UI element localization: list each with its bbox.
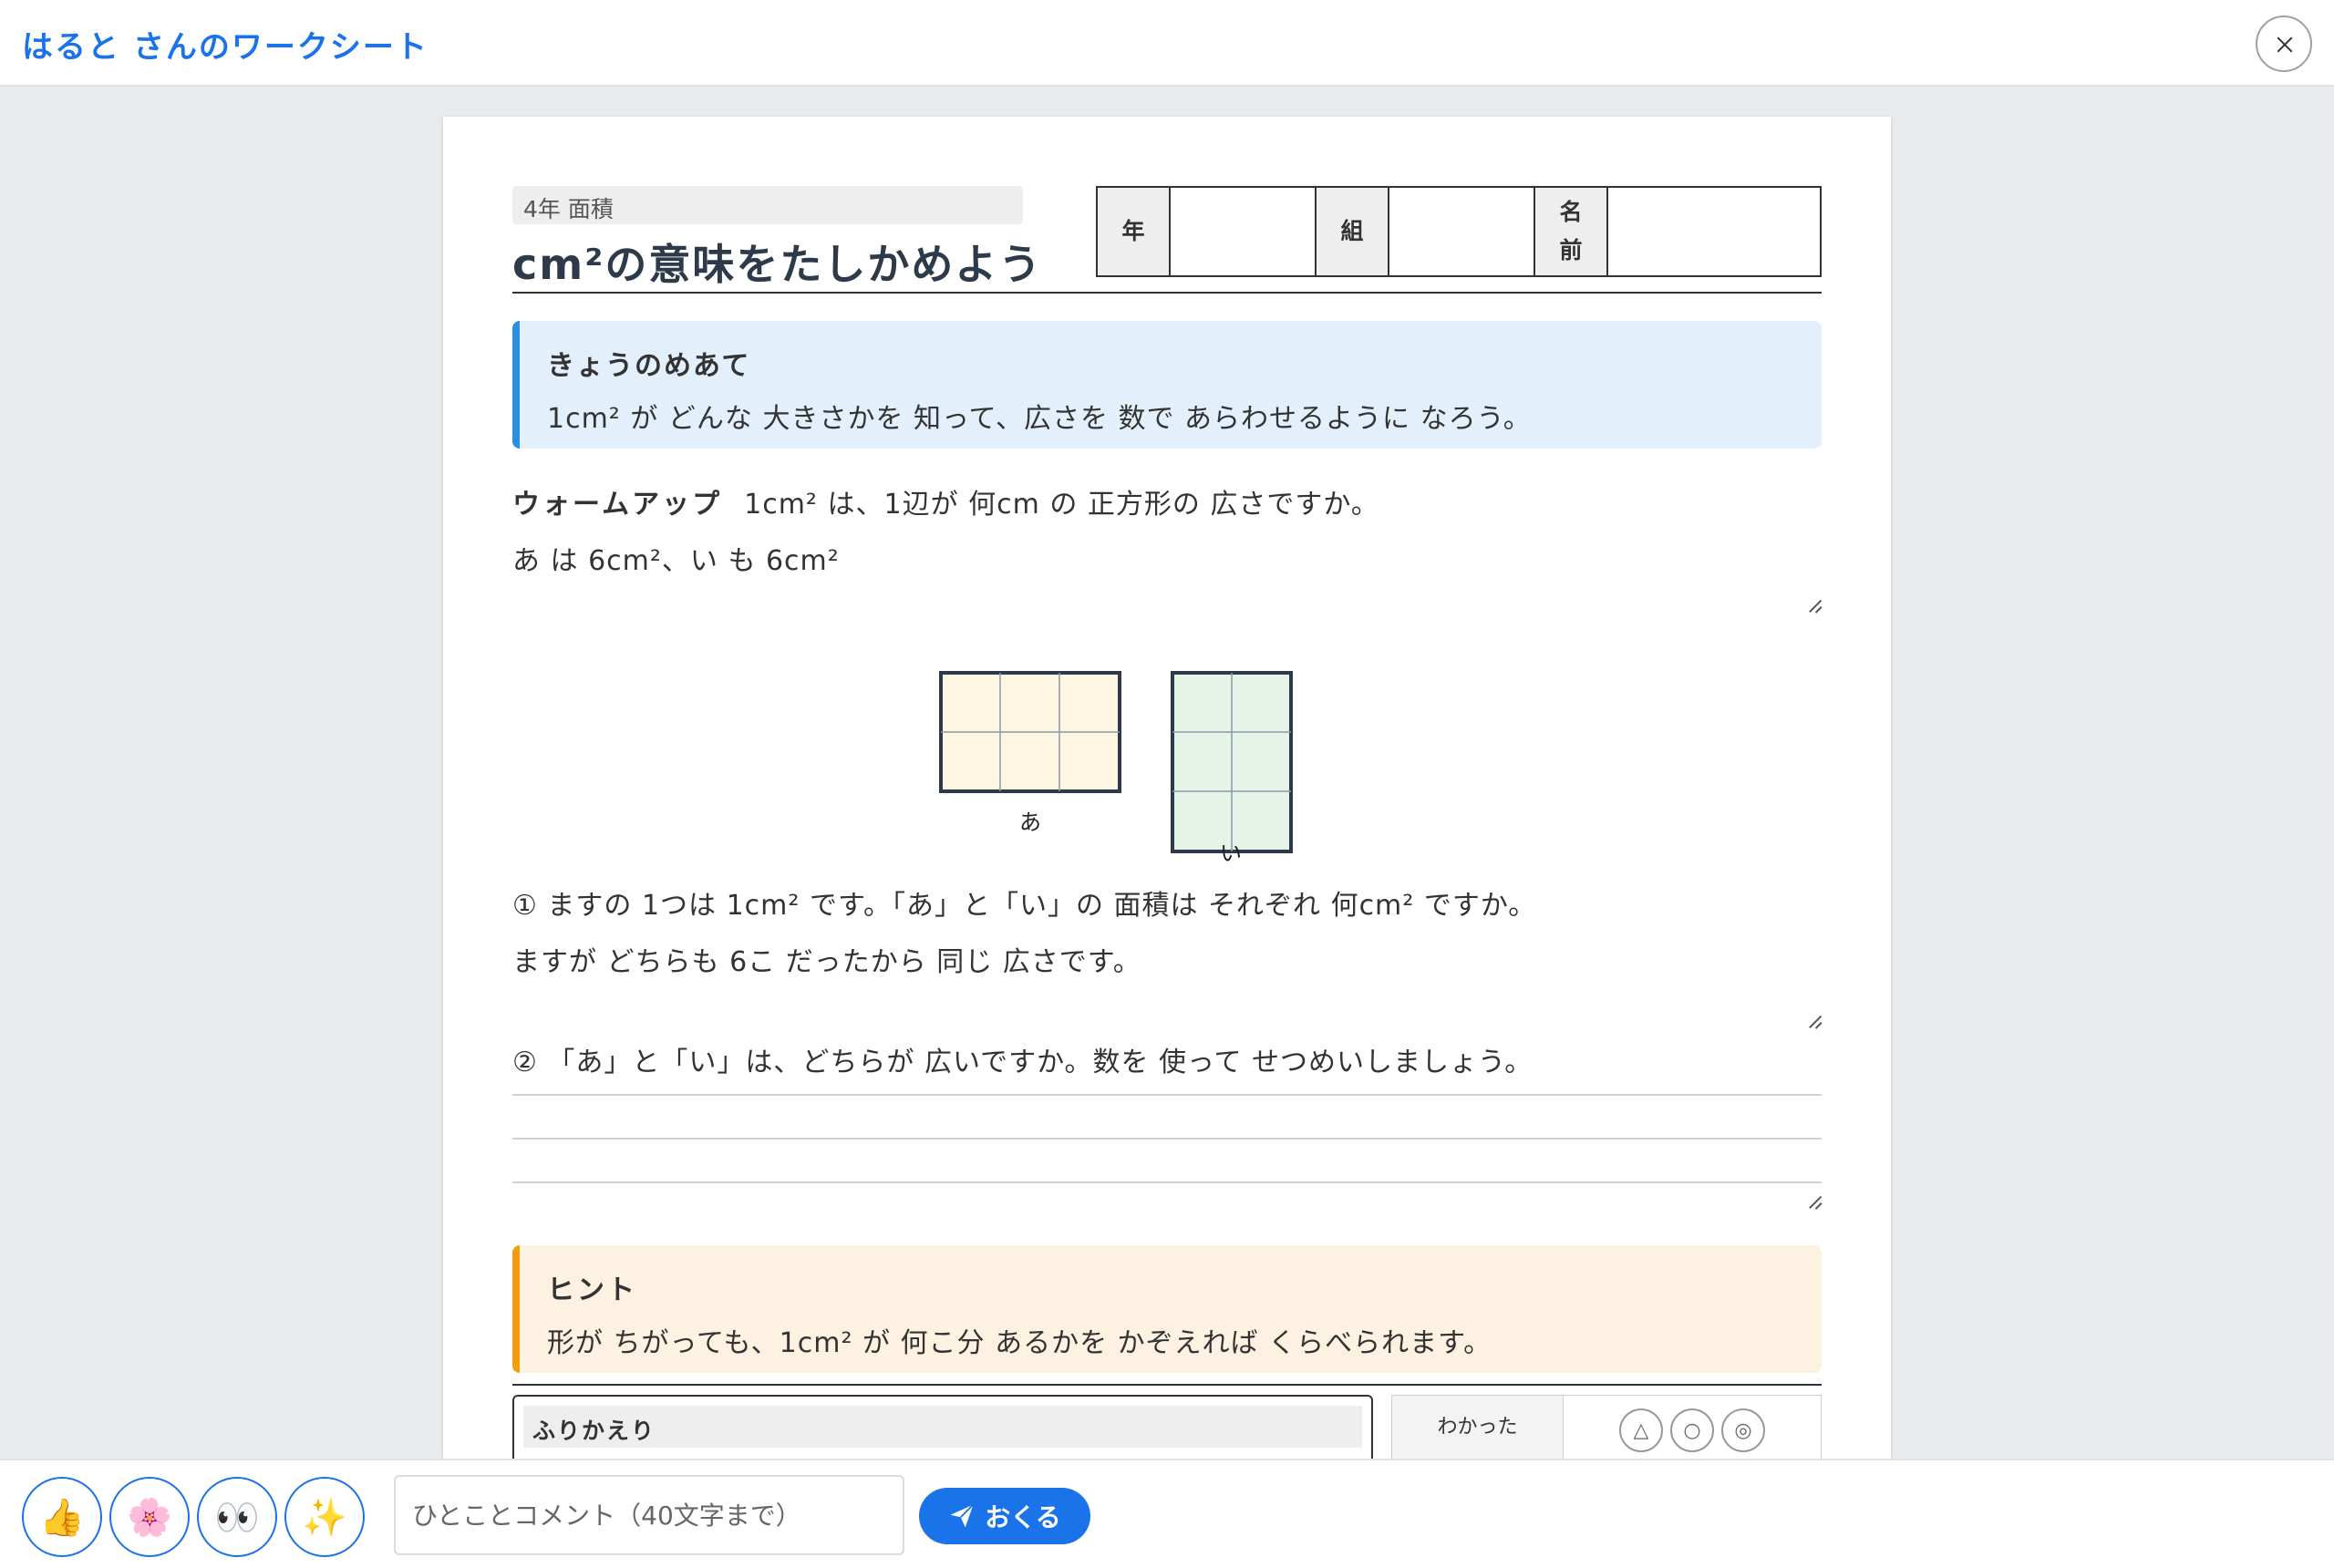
name-field[interactable] bbox=[1608, 188, 1820, 275]
year-label: 年 bbox=[1098, 188, 1171, 275]
class-field[interactable] bbox=[1389, 188, 1535, 275]
name-label: 名 前 bbox=[1535, 188, 1608, 275]
warmup-question: ウォームアップ 1cm² は、1辺が 何cm の 正方形の 広さですか。 bbox=[512, 481, 1379, 521]
reflection-heading: ふりかえり bbox=[523, 1406, 1362, 1448]
warmup-label: ウォームアップ bbox=[512, 489, 723, 521]
title-divider bbox=[512, 292, 1822, 294]
resize-handle-icon[interactable] bbox=[1805, 1192, 1822, 1209]
figure-a: あ bbox=[939, 671, 1121, 835]
reflection-box[interactable]: ふりかえり bbox=[512, 1395, 1373, 1459]
section-divider bbox=[512, 1384, 1822, 1386]
question-1: ① ますの 1つは 1cm² です。「あ」と「い」の 面積は それぞれ 何cm²… bbox=[512, 890, 1537, 922]
evaluation-label: わかった bbox=[1392, 1396, 1564, 1459]
warmup-question-text: 1cm² は、1辺が 何cm の 正方形の 広さですか。 bbox=[744, 489, 1379, 521]
page-title: はると さんのワークシート bbox=[22, 29, 429, 66]
thumbs-up-reaction-button[interactable]: 👍 bbox=[22, 1477, 102, 1557]
sparkles-reaction-button[interactable]: ✨ bbox=[284, 1477, 365, 1557]
unit-tag: 4年 面積 bbox=[512, 186, 1023, 224]
figure-i: い bbox=[1171, 671, 1295, 866]
send-button-label: おくる bbox=[985, 1503, 1061, 1532]
double-circle-mark-button[interactable]: ◎ bbox=[1721, 1408, 1765, 1452]
grid-i-icon bbox=[1171, 671, 1293, 853]
circle-mark-button[interactable]: ○ bbox=[1670, 1408, 1714, 1452]
class-label: 組 bbox=[1317, 188, 1389, 275]
paper-plane-icon bbox=[950, 1503, 975, 1528]
figure-i-label: い bbox=[1220, 841, 1242, 866]
answer-line bbox=[512, 1094, 1822, 1096]
year-field[interactable] bbox=[1171, 188, 1317, 275]
header-bar: はると さんのワークシート bbox=[0, 0, 2334, 87]
figure-a-label: あ bbox=[1019, 810, 1041, 835]
comment-bar: 👍 🌸 👀 ✨ おくる bbox=[0, 1459, 2334, 1568]
hint-heading: ヒント bbox=[547, 1274, 637, 1306]
worksheet-paper: 4年 面積 cm²の意味をたしかめよう 年 組 名 前 きょうのめあて 1cm²… bbox=[443, 117, 1891, 1459]
eyes-reaction-button[interactable]: 👀 bbox=[197, 1477, 277, 1557]
answer-line bbox=[512, 1138, 1822, 1140]
evaluation-marks: △ ○ ◎ bbox=[1564, 1396, 1821, 1459]
question-1-answer-field[interactable] bbox=[512, 928, 1822, 1037]
goal-text: 1cm² が どんな 大きさかを 知って、広さを 数で あらわせるように なろう… bbox=[547, 403, 1532, 435]
answer-line bbox=[512, 1181, 1822, 1183]
resize-handle-icon[interactable] bbox=[1805, 1012, 1822, 1028]
question-2: ② 「あ」と「い」は、どちらが 広いですか。数を 使って せつめいしましょう。 bbox=[512, 1047, 1534, 1078]
hint-box: ヒント 形が ちがっても、1cm² が 何こ分 あるかを かぞえれば くらべられ… bbox=[512, 1245, 1822, 1373]
close-button[interactable] bbox=[2256, 15, 2312, 72]
warmup-answer-field[interactable]: あ は 6cm²、い も 6cm² bbox=[512, 538, 1822, 613]
question-2-answer-field[interactable] bbox=[512, 1083, 1822, 1220]
goal-box: きょうのめあて 1cm² が どんな 大きさかを 知って、広さを 数で あらわせ… bbox=[512, 321, 1822, 449]
triangle-mark-button[interactable]: △ bbox=[1619, 1408, 1663, 1452]
name-table: 年 組 名 前 bbox=[1096, 186, 1822, 277]
flower-reaction-button[interactable]: 🌸 bbox=[109, 1477, 190, 1557]
worksheet-title: cm²の意味をたしかめよう bbox=[512, 240, 1043, 289]
grid-a-icon bbox=[939, 671, 1121, 793]
comment-input[interactable] bbox=[394, 1475, 904, 1555]
warmup-answer-text: あ は 6cm²、い も 6cm² bbox=[512, 545, 840, 577]
goal-heading: きょうのめあて bbox=[547, 350, 751, 382]
evaluation-box: わかった △ ○ ◎ bbox=[1391, 1395, 1822, 1459]
resize-handle-icon[interactable] bbox=[1805, 596, 1822, 613]
send-button[interactable]: おくる bbox=[919, 1488, 1090, 1544]
hint-text: 形が ちがっても、1cm² が 何こ分 あるかを かぞえれば くらべられます。 bbox=[547, 1327, 1492, 1359]
